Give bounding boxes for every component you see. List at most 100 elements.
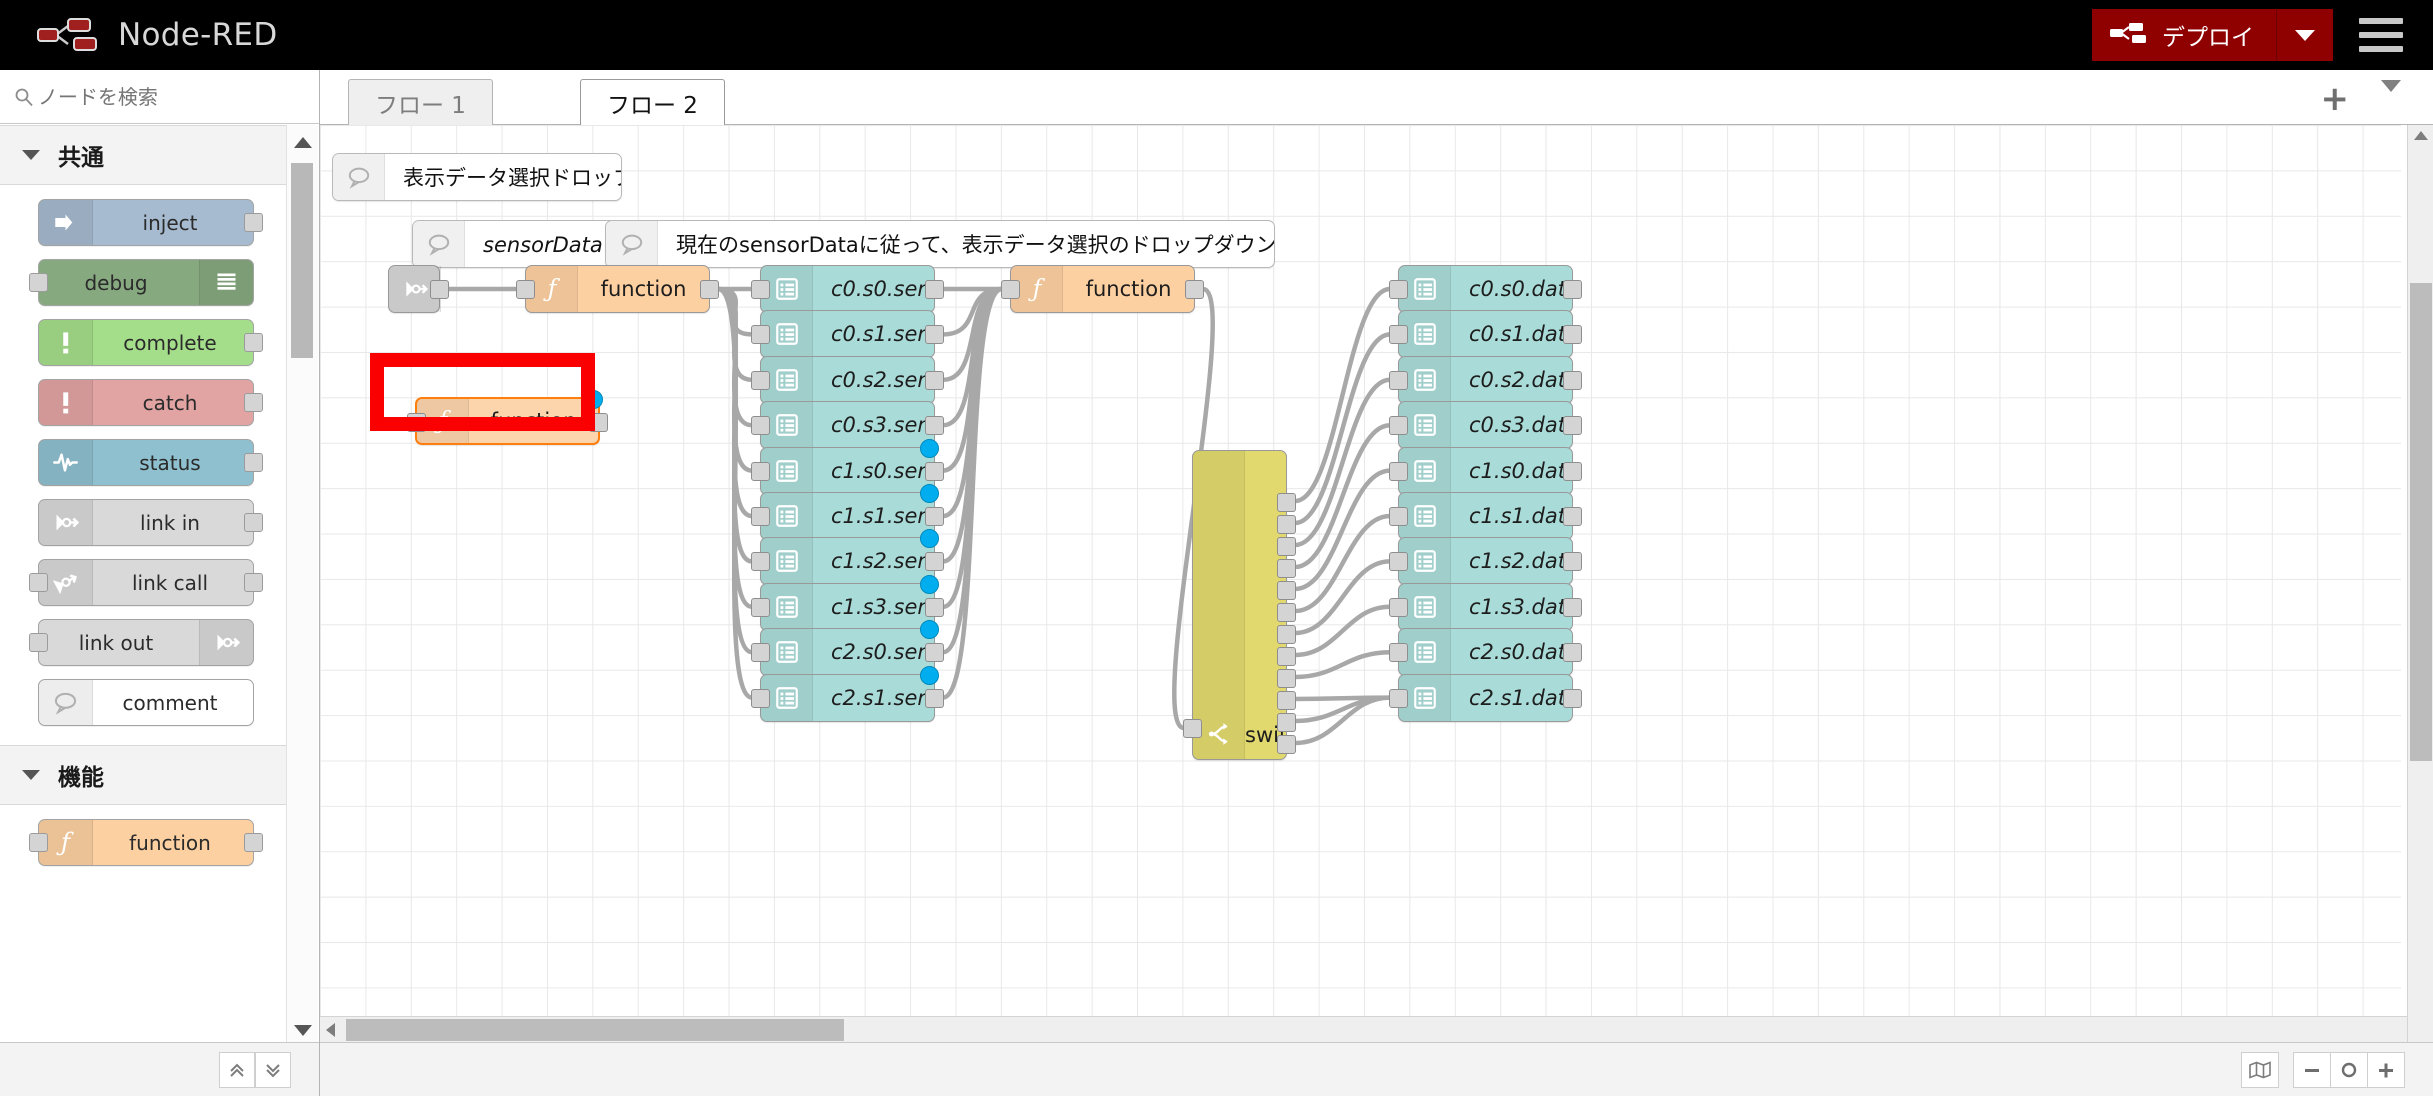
node-output-port[interactable] xyxy=(700,280,719,299)
node-output-port[interactable] xyxy=(1563,643,1582,663)
node-output-port[interactable] xyxy=(1277,735,1296,754)
flow-tab-1[interactable]: フロー 1 xyxy=(348,79,493,125)
sensor-node[interactable]: c0.s1.sensor xyxy=(751,310,944,359)
node-input-port[interactable] xyxy=(1389,370,1408,390)
sensor-node[interactable]: c1.s0.sensor xyxy=(751,438,944,495)
zoom-reset-icon[interactable] xyxy=(2330,1051,2368,1088)
palette-node-complete[interactable]: complete xyxy=(38,319,263,366)
node-output-port[interactable] xyxy=(925,552,944,572)
node-input-port[interactable] xyxy=(1389,507,1408,526)
datana-node[interactable]: c0.s3.datana xyxy=(1389,401,1582,450)
zoom-out-icon[interactable] xyxy=(2293,1051,2331,1088)
node-input-port[interactable] xyxy=(1389,597,1408,617)
node-input-port[interactable] xyxy=(751,507,770,526)
node-output-port[interactable] xyxy=(925,688,944,708)
node-output-port[interactable] xyxy=(925,461,944,481)
sensor-node[interactable]: c1.s2.sensor xyxy=(751,529,944,586)
sensor-node[interactable]: c2.s0.sensor xyxy=(751,620,944,677)
palette-category-header[interactable]: 機能 xyxy=(0,745,288,805)
node-output-port[interactable] xyxy=(1563,507,1582,526)
palette-node-function[interactable]: ƒ function xyxy=(29,819,263,866)
palette-node-link-in[interactable]: link in xyxy=(38,499,263,546)
datana-node[interactable]: c0.s2.datana xyxy=(1389,355,1582,404)
node-output-port[interactable] xyxy=(1277,647,1296,666)
comment-node[interactable]: 現在のsensorDataに従って、表示データ選択のドロップダウンで選択可能な候… xyxy=(605,220,1275,268)
scrollbar-thumb[interactable] xyxy=(346,1019,844,1041)
node-input-port[interactable] xyxy=(751,461,770,481)
node-output-port[interactable] xyxy=(925,643,944,663)
deploy-dropdown-button[interactable] xyxy=(2277,9,2333,61)
node-input-port[interactable] xyxy=(751,280,770,299)
palette-node-link-call[interactable]: link call xyxy=(29,559,263,606)
node-input-port[interactable] xyxy=(751,597,770,617)
node-output-port[interactable] xyxy=(1185,280,1204,299)
datana-node[interactable]: c0.s0.datana xyxy=(1389,265,1582,313)
node-input-port[interactable] xyxy=(1389,643,1408,663)
sensor-node[interactable]: c2.s1.sensor xyxy=(751,665,944,722)
navigator-map-icon[interactable] xyxy=(2241,1051,2279,1088)
palette-node-inject[interactable]: inject xyxy=(38,199,263,246)
collapse-all-icon[interactable] xyxy=(219,1051,255,1088)
node-input-port[interactable] xyxy=(751,325,770,345)
deploy-button[interactable]: デプロイ xyxy=(2092,9,2277,61)
function-node[interactable]: ƒ function xyxy=(1001,265,1204,313)
node-output-port[interactable] xyxy=(925,507,944,526)
node-output-port[interactable] xyxy=(1277,559,1296,578)
node-output-port[interactable] xyxy=(1277,669,1296,688)
hamburger-menu-icon[interactable] xyxy=(2359,18,2403,52)
tab-list-menu-button[interactable] xyxy=(2381,80,2401,111)
node-output-port[interactable] xyxy=(1277,537,1296,556)
sensor-node[interactable]: c1.s3.sensor xyxy=(751,574,944,631)
node-output-port[interactable] xyxy=(925,370,944,390)
scrollbar-thumb[interactable] xyxy=(291,163,313,358)
datana-node[interactable]: c2.s0.datana xyxy=(1389,628,1582,677)
palette-node-link-out[interactable]: link out xyxy=(29,619,254,666)
node-output-port[interactable] xyxy=(925,325,944,345)
node-input-port[interactable] xyxy=(29,833,48,852)
palette-node-catch[interactable]: catch xyxy=(38,379,263,426)
node-output-port[interactable] xyxy=(244,213,263,232)
node-input-port[interactable] xyxy=(1389,688,1408,708)
node-output-port[interactable] xyxy=(244,453,263,472)
sensor-node[interactable]: c0.s3.sensor xyxy=(751,401,944,450)
switch-node[interactable]: switch xyxy=(1183,450,1296,760)
function-node[interactable]: ƒ function xyxy=(516,265,719,313)
node-output-port[interactable] xyxy=(925,416,944,436)
datana-node[interactable]: c1.s1.datana xyxy=(1389,492,1582,540)
node-output-port[interactable] xyxy=(925,597,944,617)
flow-tab-2[interactable]: フロー 2 xyxy=(580,79,725,126)
sensor-node[interactable]: c0.s2.sensor xyxy=(751,355,944,404)
node-output-port[interactable] xyxy=(1563,280,1582,299)
node-output-port[interactable] xyxy=(1563,552,1582,572)
node-input-port[interactable] xyxy=(751,688,770,708)
palette-node-comment[interactable]: comment xyxy=(38,679,254,726)
scrollbar-thumb[interactable] xyxy=(2410,283,2432,761)
datana-node[interactable]: c1.s3.datana xyxy=(1389,582,1582,631)
datana-node[interactable]: c0.s1.datana xyxy=(1389,310,1582,359)
node-input-port[interactable] xyxy=(29,633,48,652)
node-input-port[interactable] xyxy=(1183,719,1202,738)
canvas-horizontal-scrollbar[interactable] xyxy=(320,1016,2410,1042)
datana-node[interactable]: c1.s0.datana xyxy=(1389,446,1582,495)
expand-all-icon[interactable] xyxy=(255,1051,291,1088)
node-input-port[interactable] xyxy=(29,273,48,292)
palette-node-debug[interactable]: debug xyxy=(29,259,254,306)
search-input[interactable] xyxy=(35,83,307,110)
node-output-port[interactable] xyxy=(1563,597,1582,617)
node-input-port[interactable] xyxy=(516,280,535,299)
add-flow-button[interactable]: + xyxy=(2321,82,2350,116)
node-output-port[interactable] xyxy=(244,393,263,412)
node-input-port[interactable] xyxy=(751,416,770,436)
node-input-port[interactable] xyxy=(29,573,48,592)
node-input-port[interactable] xyxy=(1389,416,1408,436)
palette-node-status[interactable]: status xyxy=(38,439,263,486)
scroll-left-arrow-icon[interactable] xyxy=(326,1023,335,1037)
node-input-port[interactable] xyxy=(1389,552,1408,572)
palette-vertical-scrollbar[interactable] xyxy=(286,125,318,1096)
link-in-node[interactable] xyxy=(388,265,449,313)
scroll-up-arrow-icon[interactable] xyxy=(294,137,312,148)
datana-node[interactable]: c1.s2.datana xyxy=(1389,537,1582,586)
node-input-port[interactable] xyxy=(751,643,770,663)
canvas-vertical-scrollbar[interactable] xyxy=(2407,125,2433,1070)
node-input-port[interactable] xyxy=(1389,325,1408,345)
